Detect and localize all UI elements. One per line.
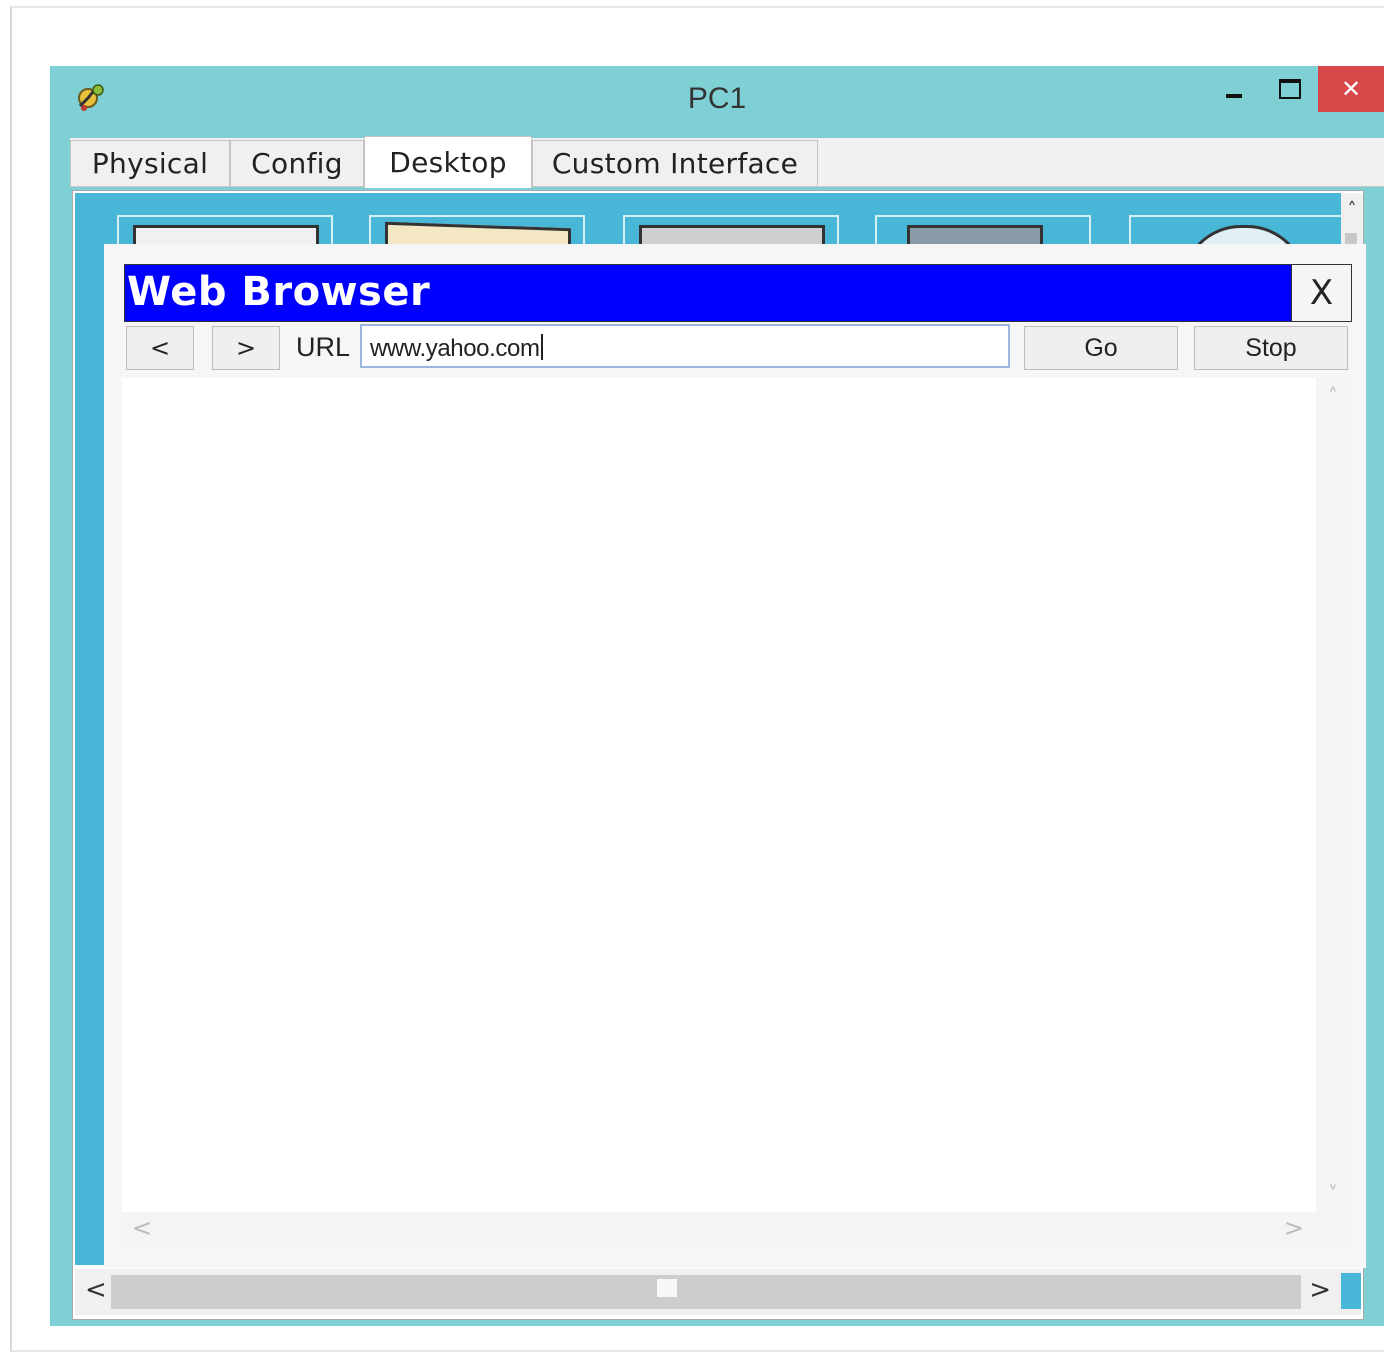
tab-physical[interactable]: Physical [70, 140, 230, 186]
close-button[interactable]: ✕ [1318, 66, 1384, 112]
scrollbar-track[interactable] [111, 1275, 1301, 1309]
scroll-left-icon[interactable]: < [132, 1214, 152, 1242]
scrollbar-thumb[interactable] [657, 1279, 677, 1297]
url-label: URL [296, 332, 351, 362]
web-browser-panel: Web Browser X < > URL www.yahoo.com Go S… [104, 244, 1366, 1268]
go-button[interactable]: Go [1024, 326, 1178, 370]
minimize-icon [1226, 94, 1242, 98]
url-text: www.yahoo.com [370, 335, 540, 362]
scroll-down-icon[interactable]: ˅ [1316, 1182, 1350, 1206]
text-caret [540, 334, 543, 360]
desktop-horizontal-scrollbar[interactable]: < > [75, 1269, 1361, 1315]
browser-horizontal-scrollbar[interactable]: < > [122, 1212, 1350, 1246]
browser-title: Web Browser [127, 269, 431, 315]
window-title: PC1 [687, 82, 747, 115]
scroll-right-icon[interactable]: > [1309, 1275, 1331, 1305]
browser-titlebar: Web Browser X [124, 264, 1352, 322]
tab-strip: Physical Config Desktop Custom Interface [70, 136, 1384, 188]
stop-button[interactable]: Stop [1194, 326, 1348, 370]
tab-config[interactable]: Config [230, 140, 364, 186]
back-button[interactable]: < [126, 326, 194, 370]
window-titlebar: PC1 ✕ [50, 66, 1384, 134]
scroll-up-icon[interactable]: ˄ [1341, 199, 1363, 220]
maximize-button[interactable] [1262, 66, 1318, 112]
tab-desktop[interactable]: Desktop [364, 136, 532, 188]
tab-custom-interface[interactable]: Custom Interface [532, 140, 818, 186]
close-icon: ✕ [1340, 75, 1362, 103]
scroll-left-icon[interactable]: < [85, 1275, 107, 1305]
scrollbar-corner [1341, 1273, 1361, 1309]
scroll-right-icon[interactable]: > [1284, 1214, 1304, 1242]
minimize-button[interactable] [1206, 66, 1262, 112]
browser-close-button[interactable]: X [1291, 265, 1351, 321]
forward-button[interactable]: > [212, 326, 280, 370]
scroll-up-icon[interactable]: ˄ [1316, 384, 1350, 408]
url-input-value: www.yahoo.com [370, 334, 543, 363]
browser-vertical-scrollbar[interactable]: ˄ ˅ [1316, 378, 1350, 1212]
maximize-icon [1279, 79, 1301, 99]
browser-content-area[interactable] [122, 378, 1316, 1212]
url-input[interactable]: www.yahoo.com [360, 324, 1010, 368]
